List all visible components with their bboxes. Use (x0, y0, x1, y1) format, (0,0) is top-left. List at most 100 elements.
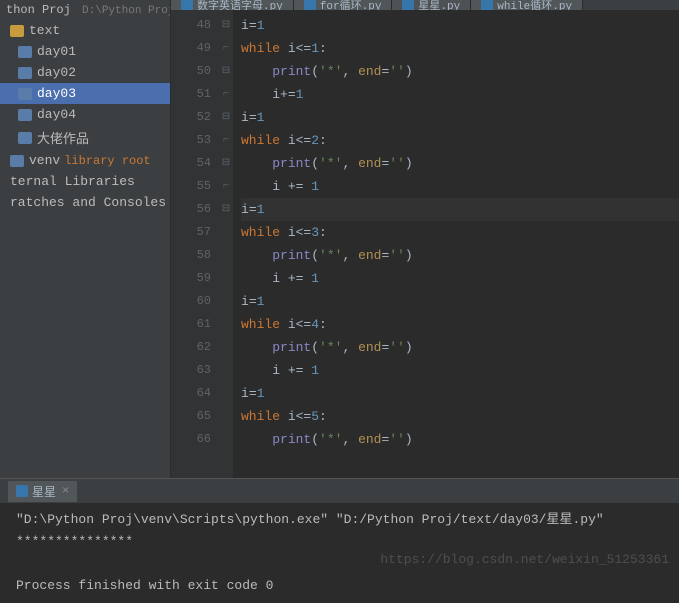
line-number: 59 (171, 267, 211, 290)
sidebar-item-day01[interactable]: day01 (0, 41, 170, 62)
code-line[interactable]: i += 1 (241, 175, 679, 198)
run-panel-header: 星星 × (0, 479, 679, 503)
run-tab[interactable]: 星星 × (8, 481, 77, 502)
project-name: thon Proj (6, 3, 71, 17)
line-number: 58 (171, 244, 211, 267)
run-stdout: *************** (16, 531, 663, 553)
line-number: 66 (171, 428, 211, 451)
python-icon (481, 0, 493, 10)
tab-label: while循环.py (497, 0, 572, 10)
code-line[interactable]: i += 1 (241, 359, 679, 382)
sidebar-item-scratches[interactable]: ratches and Consoles (0, 192, 170, 213)
editor-area: 数字英语字母.pyfor循环.py星星.pywhile循环.py 4849505… (171, 0, 679, 478)
sidebar-item-day02[interactable]: day02 (0, 62, 170, 83)
line-number: 51 (171, 83, 211, 106)
project-path: D:\Python Proj (82, 5, 171, 17)
code-line[interactable]: while i<=5: (241, 405, 679, 428)
scratches-label: ratches and Consoles (10, 195, 166, 210)
fold-marker[interactable]: ⊟ (219, 198, 233, 221)
folder-icon (10, 25, 24, 37)
code-line[interactable]: i=1 (241, 382, 679, 405)
project-header: thon Proj D:\Python Proj (0, 0, 170, 20)
tab-label: for循环.py (320, 0, 382, 10)
fold-marker[interactable]: ⌐ (219, 175, 233, 198)
sidebar-item-venv[interactable]: venv library root (0, 150, 170, 171)
code-line[interactable]: print('*', end='') (241, 244, 679, 267)
run-exit: Process finished with exit code 0 (16, 575, 663, 597)
python-icon (304, 0, 316, 10)
sidebar-item-大佬作品[interactable]: 大佬作品 (0, 125, 170, 150)
sidebar-item-day03[interactable]: day03 (0, 83, 170, 104)
run-command: "D:\Python Proj\venv\Scripts\python.exe"… (16, 509, 663, 531)
editor-tab[interactable]: 数字英语字母.py (171, 0, 294, 10)
editor-tabs: 数字英语字母.py for循环.py 星星.py while循环.py (171, 0, 679, 10)
tree-item-label: day02 (37, 65, 76, 80)
line-number: 48 (171, 14, 211, 37)
line-number: 65 (171, 405, 211, 428)
sidebar-item-text[interactable]: text (0, 20, 170, 41)
line-number: 55 (171, 175, 211, 198)
project-sidebar[interactable]: thon Proj D:\Python Proj text day01 day02 d… (0, 0, 171, 478)
fold-marker[interactable]: ⊟ (219, 106, 233, 129)
sidebar-item-day04[interactable]: day04 (0, 104, 170, 125)
line-number: 62 (171, 336, 211, 359)
fold-gutter[interactable]: ⊟ ⌐ ⊟ ⌐ ⊟ ⌐ ⊟ ⌐ ⊟ (219, 10, 233, 478)
line-number: 64 (171, 382, 211, 405)
fold-marker[interactable]: ⌐ (219, 129, 233, 152)
fold-marker[interactable]: ⌐ (219, 37, 233, 60)
tree-item-label: day03 (37, 86, 76, 101)
python-icon (16, 485, 28, 497)
close-icon[interactable]: × (62, 484, 69, 498)
line-number: 61 (171, 313, 211, 336)
watermark: https://blog.csdn.net/weixin_51253361 (380, 552, 669, 567)
run-panel: 星星 × "D:\Python Proj\venv\Scripts\python… (0, 478, 679, 587)
fold-marker[interactable]: ⌐ (219, 83, 233, 106)
tree-item-label: 大佬作品 (37, 128, 89, 147)
folder-icon (18, 109, 32, 121)
code-line[interactable]: print('*', end='') (241, 336, 679, 359)
tree-item-label: day04 (37, 107, 76, 122)
sidebar-item-external[interactable]: ternal Libraries (0, 171, 170, 192)
code-line[interactable]: print('*', end='') (241, 428, 679, 451)
code-line[interactable]: i += 1 (241, 267, 679, 290)
code-line[interactable]: while i<=2: (241, 129, 679, 152)
python-icon (402, 0, 414, 10)
tree-item-label: day01 (37, 44, 76, 59)
code-line[interactable]: i=1 (241, 14, 679, 37)
code-body[interactable]: i=1while i<=1: print('*', end='') i+=1i=… (233, 10, 679, 478)
code-line[interactable]: while i<=1: (241, 37, 679, 60)
editor-tab[interactable]: 星星.py (392, 0, 471, 10)
venv-label: venv (29, 153, 60, 168)
folder-icon (18, 67, 32, 79)
fold-marker[interactable]: ⊟ (219, 152, 233, 175)
code-line[interactable]: print('*', end='') (241, 60, 679, 83)
code-line[interactable]: i=1 (241, 106, 679, 129)
code-line[interactable]: while i<=4: (241, 313, 679, 336)
tab-label: 星星.py (418, 0, 460, 10)
code-line[interactable]: print('*', end='') (241, 152, 679, 175)
line-number-gutter: 48495051525354555657585960616263646566 (171, 10, 219, 478)
library-root-label: library root (64, 154, 150, 168)
fold-marker[interactable]: ⊟ (219, 60, 233, 83)
code-container[interactable]: 48495051525354555657585960616263646566 ⊟… (171, 10, 679, 478)
code-line[interactable]: i=1 (241, 198, 679, 221)
code-line[interactable]: i+=1 (241, 83, 679, 106)
folder-icon (18, 46, 32, 58)
code-line[interactable]: i=1 (241, 290, 679, 313)
external-libs-label: ternal Libraries (10, 174, 135, 189)
line-number: 53 (171, 129, 211, 152)
python-icon (181, 0, 193, 10)
tree-item-label: text (29, 23, 60, 38)
editor-tab[interactable]: for循环.py (294, 0, 393, 10)
tab-label: 数字英语字母.py (197, 0, 283, 10)
line-number: 57 (171, 221, 211, 244)
fold-marker[interactable]: ⊟ (219, 14, 233, 37)
code-line[interactable]: while i<=3: (241, 221, 679, 244)
editor-tab[interactable]: while循环.py (471, 0, 583, 10)
line-number: 50 (171, 60, 211, 83)
folder-icon (10, 155, 24, 167)
line-number: 56 (171, 198, 211, 221)
folder-icon (18, 132, 32, 144)
line-number: 49 (171, 37, 211, 60)
line-number: 63 (171, 359, 211, 382)
